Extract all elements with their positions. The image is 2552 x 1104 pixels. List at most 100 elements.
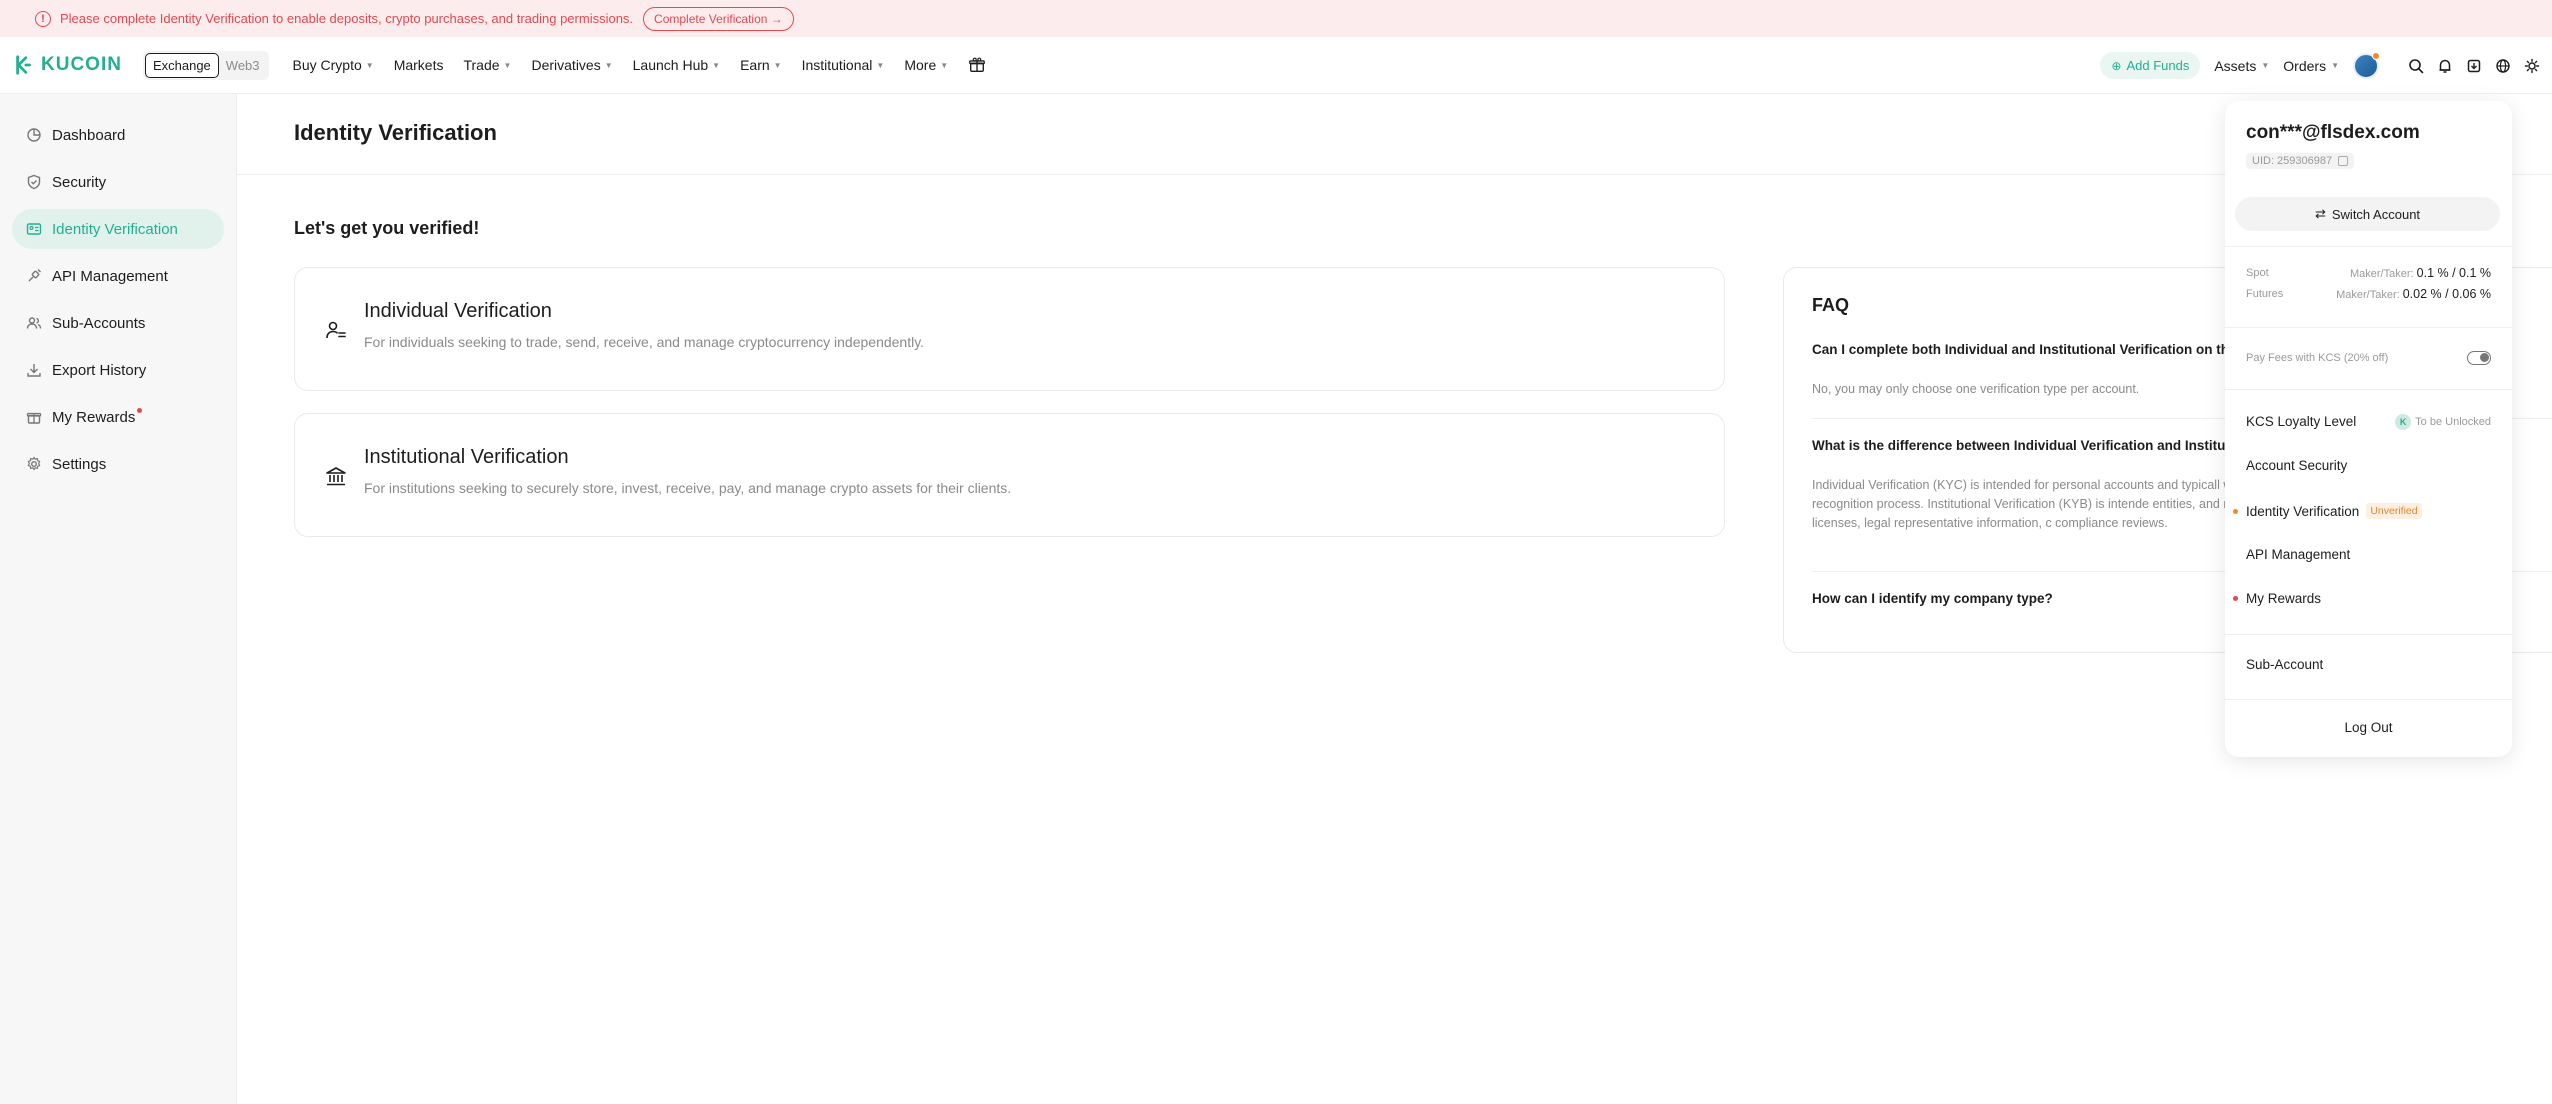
sidebar-item-label: Sub-Accounts xyxy=(52,314,146,332)
switcher-web3[interactable]: Web3 xyxy=(219,54,267,77)
banner-message: Please complete Identity Verification to… xyxy=(60,11,634,26)
account-email: con***@flsdex.com xyxy=(2246,122,2420,143)
chevron-down-icon: ▼ xyxy=(2331,61,2339,70)
warning-icon: ! xyxy=(35,10,51,27)
menu-my-rewards[interactable]: My Rewards xyxy=(2233,591,2321,606)
log-out-button[interactable]: Log Out xyxy=(2225,720,2512,735)
nav-markets[interactable]: Markets xyxy=(394,57,444,73)
globe-icon[interactable] xyxy=(2495,58,2511,74)
faq-question[interactable]: How can I identify my company type? xyxy=(1812,591,2053,606)
switch-account-button[interactable]: ⇄ Switch Account xyxy=(2235,197,2500,231)
chevron-down-icon: ▼ xyxy=(940,60,949,70)
loyalty-status: K To be Unlocked xyxy=(2395,414,2491,430)
main-nav: Buy Crypto ▼ Markets Trade ▼ Derivatives ▼ … xyxy=(293,56,987,74)
faq-question[interactable]: What is the difference between Individua… xyxy=(1812,438,2242,453)
page-header: Identity Verification xyxy=(237,94,2552,175)
kucoin-logo[interactable]: KUCOIN xyxy=(13,54,122,76)
menu-account-security[interactable]: Account Security xyxy=(2246,458,2347,473)
nav-buy-crypto[interactable]: Buy Crypto ▼ xyxy=(293,57,374,73)
futures-fee-row: Futures Maker/Taker: 0.02 % / 0.06 % xyxy=(2246,287,2491,301)
gift-icon[interactable] xyxy=(968,56,986,74)
card-description: For institutions seeking to securely sto… xyxy=(364,480,1012,496)
chevron-down-icon: ▼ xyxy=(773,60,782,70)
sidebar-item-label: API Management xyxy=(52,267,168,285)
divider xyxy=(2225,634,2512,635)
sidebar-item-label: Dashboard xyxy=(52,126,126,144)
search-icon[interactable] xyxy=(2408,58,2424,74)
notification-dot xyxy=(137,407,143,413)
sidebar-item-label: Security xyxy=(52,173,107,191)
spot-fee-row: Spot Maker/Taker: 0.1 % / 0.1 % xyxy=(2246,266,2491,280)
gear-icon xyxy=(27,456,41,471)
sun-icon[interactable] xyxy=(2524,58,2540,74)
pay-fees-kcs-row: Pay Fees with KCS (20% off) xyxy=(2246,351,2491,365)
download-icon xyxy=(27,364,41,377)
kucoin-logo-icon xyxy=(16,55,31,75)
nav-derivatives[interactable]: Derivatives ▼ xyxy=(531,57,612,73)
top-header: KUCOIN Exchange Web3 Buy Crypto ▼ Markets… xyxy=(0,37,2552,94)
page-title: Identity Verification xyxy=(294,120,497,145)
pay-fees-kcs-toggle[interactable] xyxy=(2467,351,2491,365)
sidebar-item-export-history[interactable]: Export History xyxy=(12,350,224,390)
chevron-down-icon: ▼ xyxy=(712,60,721,70)
sidebar-item-settings[interactable]: Settings xyxy=(12,444,224,484)
id-card-icon xyxy=(26,223,42,235)
sidebar-item-dashboard[interactable]: Dashboard xyxy=(12,115,224,155)
status-badge: Unverified xyxy=(2366,503,2422,519)
nav-institutional[interactable]: Institutional ▼ xyxy=(802,57,885,73)
individual-verification-card[interactable]: Individual Verification For individuals … xyxy=(294,267,1725,391)
swap-icon: ⇄ xyxy=(2314,206,2326,221)
nav-earn[interactable]: Earn ▼ xyxy=(740,57,782,73)
kcs-coin-icon: K xyxy=(2395,414,2412,430)
person-list-icon xyxy=(326,321,346,339)
menu-api-management[interactable]: API Management xyxy=(2246,547,2350,562)
download-app-icon[interactable] xyxy=(2466,58,2482,74)
header-actions: ⊕ Add Funds Assets ▼ Orders ▼ xyxy=(2100,37,2540,94)
faq-title: FAQ xyxy=(1812,295,1850,315)
sidebar-item-label: My Rewards xyxy=(52,408,136,426)
card-title: Individual Verification xyxy=(364,300,552,322)
chevron-down-icon: ▼ xyxy=(876,60,885,70)
divider xyxy=(2225,327,2512,328)
notification-dot xyxy=(2233,508,2238,514)
menu-sub-account[interactable]: Sub-Account xyxy=(2246,657,2323,672)
sidebar-item-identity-verification[interactable]: Identity Verification xyxy=(12,209,224,249)
gift-icon xyxy=(26,412,42,424)
add-funds-button[interactable]: ⊕ Add Funds xyxy=(2100,52,2201,79)
avatar[interactable] xyxy=(2353,51,2380,79)
menu-kcs-loyalty-level[interactable]: KCS Loyalty Level xyxy=(2246,414,2356,429)
nav-more[interactable]: More ▼ xyxy=(904,57,948,73)
download-circle-icon: ⊕ xyxy=(2111,58,2122,73)
sidebar-item-label: Export History xyxy=(52,361,147,379)
institutional-verification-card[interactable]: Institutional Verification For instituti… xyxy=(294,413,1725,537)
users-icon xyxy=(26,317,42,329)
chevron-down-icon: ▼ xyxy=(503,60,512,70)
chevron-down-icon: ▼ xyxy=(365,60,374,70)
bell-icon[interactable] xyxy=(2437,58,2453,74)
faq-question[interactable]: Can I complete both Individual and Insti… xyxy=(1812,342,2248,357)
menu-identity-verification[interactable]: Identity Verification Unverified xyxy=(2233,503,2422,519)
divider xyxy=(2225,246,2512,247)
assets-menu[interactable]: Assets ▼ xyxy=(2214,58,2269,74)
section-subtitle: Let's get you verified! xyxy=(294,218,480,238)
chevron-down-icon: ▼ xyxy=(2261,61,2270,70)
nav-launch-hub[interactable]: Launch Hub ▼ xyxy=(633,57,720,73)
sidebar: Dashboard Security Identity Verification… xyxy=(0,94,237,1104)
verification-banner: ! Please complete Identity Verification … xyxy=(0,0,2552,37)
shield-icon xyxy=(27,174,41,190)
sidebar-item-label: Settings xyxy=(52,455,107,473)
switcher-exchange[interactable]: Exchange xyxy=(144,52,219,78)
orders-menu[interactable]: Orders ▼ xyxy=(2283,58,2339,74)
sidebar-item-api-management[interactable]: API Management xyxy=(12,256,224,296)
account-dropdown: con***@flsdex.com UID: 259306987 ⇄ Switc… xyxy=(2225,101,2512,757)
sidebar-item-sub-accounts[interactable]: Sub-Accounts xyxy=(12,303,224,343)
sidebar-item-security[interactable]: Security xyxy=(12,162,224,202)
sidebar-item-my-rewards[interactable]: My Rewards xyxy=(12,397,224,437)
copy-icon[interactable] xyxy=(2338,156,2349,166)
notification-dot xyxy=(2372,51,2380,60)
exchange-web3-switcher: Exchange Web3 xyxy=(142,50,269,80)
card-description: For individuals seeking to trade, send, … xyxy=(364,334,925,350)
nav-trade[interactable]: Trade ▼ xyxy=(463,57,511,73)
api-icon xyxy=(28,269,41,282)
complete-verification-button[interactable]: Complete Verification → xyxy=(643,6,794,31)
